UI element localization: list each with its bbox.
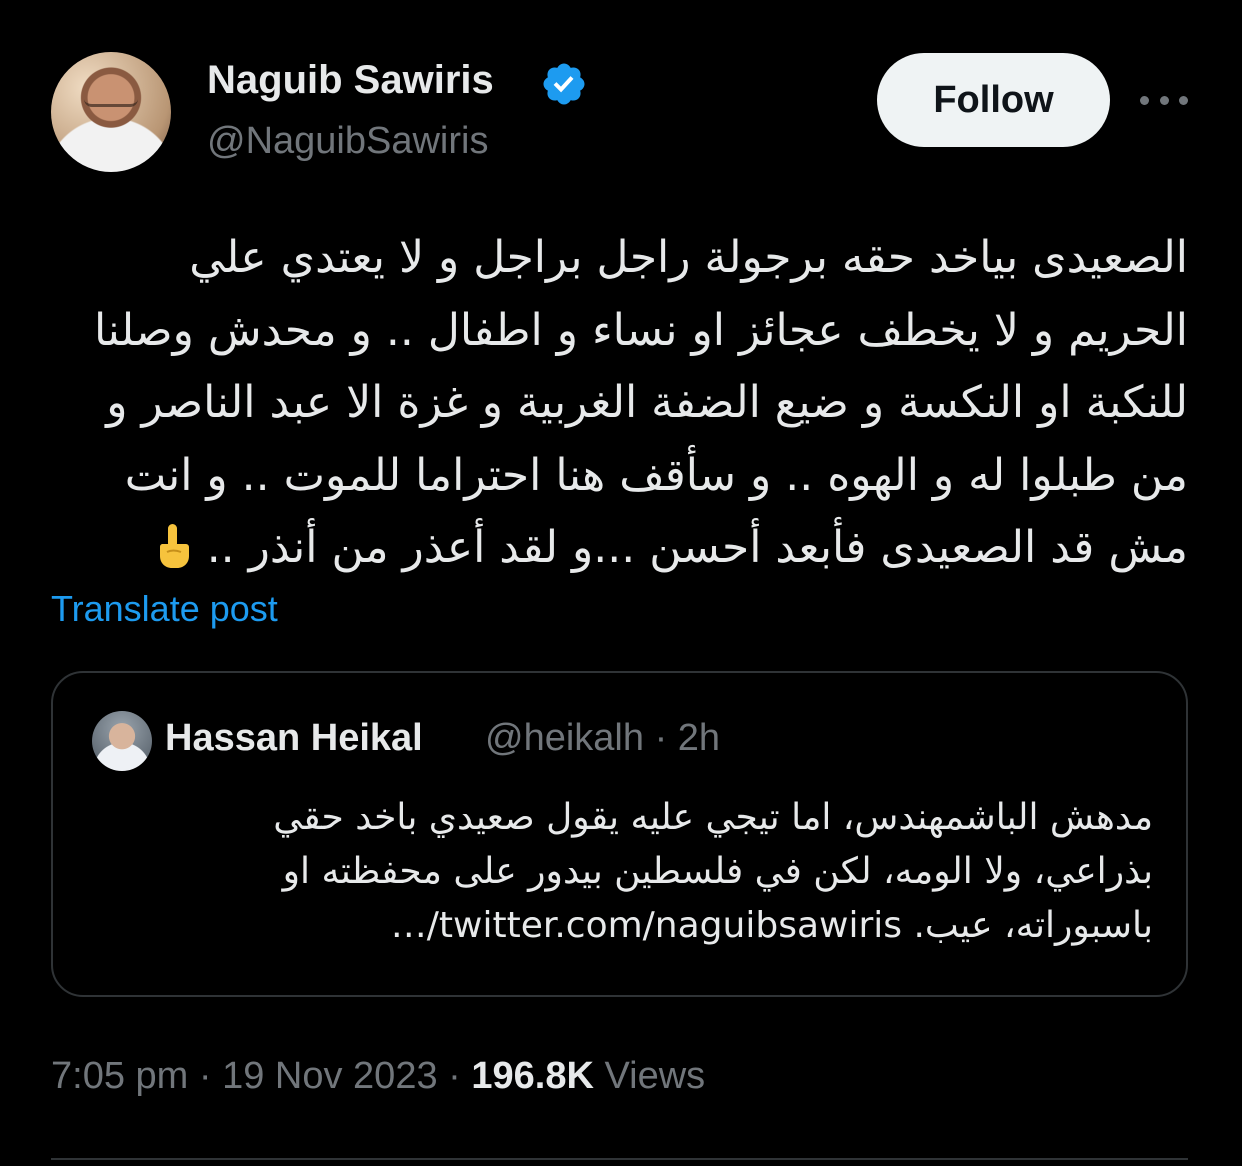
divider [51,1158,1188,1160]
translate-post-link[interactable]: Translate post [51,588,278,630]
author-handle[interactable]: @NaguibSawiris [207,120,488,163]
author-display-name[interactable]: Naguib Sawiris [207,58,494,103]
separator: · [198,1055,212,1097]
post-line: من طبلوا له و الهوه .. و سأقف هنا احترام… [124,449,1188,501]
post-line-text: مش قد الصعيدى فأبعد أحسن ...و لقد أعذر م… [206,522,1188,573]
views-count: 196.8K [471,1055,594,1097]
quoted-post-card[interactable]: Hassan Heikal @heikalh · 2h مدهش الباشمه… [51,671,1188,997]
post-line: الصعيدى بياخد حقه برجولة راجل براجل و لا… [189,232,1188,283]
verified-badge-icon [543,63,585,105]
dot [1179,95,1188,105]
dot [1159,95,1169,105]
dot [1140,95,1149,105]
quoted-line: مدهش الباشمهندس، اما تيجي عليه يقول صعيد… [273,797,1153,838]
views-label: Views [604,1055,706,1097]
post-metadata: 7:05 pm · 19 Nov 2023 · 196.8K Views [51,1055,705,1098]
quoted-line: باسبوراته، عيب. twitter.com/naguibsawiri… [390,905,1153,946]
quoted-time: 2h [677,717,721,759]
post-text: الصعيدى بياخد حقه برجولة راجل براجل و لا… [40,222,1188,585]
quoted-author-meta: @heikalh · 2h [485,717,720,760]
post-line: للنكبة او النكسة و ضيع الضفة الغربية و غ… [106,377,1188,428]
quoted-author-name: Hassan Heikal [165,717,423,759]
post-date[interactable]: 19 Nov 2023 [222,1055,438,1097]
quoted-line: بذراعي، ولا الومه، لكن في فلسطين بيدور ع… [282,851,1153,892]
quoted-post-text: مدهش الباشمهندس، اما تيجي عليه يقول صعيد… [93,791,1153,953]
follow-button[interactable]: Follow [877,53,1110,147]
post-line: مش قد الصعيدى فأبعد أحسن ...و لقد أعذر م… [40,512,1188,585]
quoted-handle: @heikalh [485,717,644,759]
pointing-up-emoji-icon [159,524,189,568]
separator: · [448,1055,461,1097]
separator: · [654,717,668,759]
author-avatar[interactable] [51,52,171,172]
more-dots-icon[interactable] [1140,82,1188,118]
post-time[interactable]: 7:05 pm [51,1055,188,1097]
post-line: الحريم و لا يخطف عجائز او نساء و اطفال .… [94,304,1188,356]
avatar-detail [84,92,138,107]
quoted-author-avatar [92,711,152,771]
